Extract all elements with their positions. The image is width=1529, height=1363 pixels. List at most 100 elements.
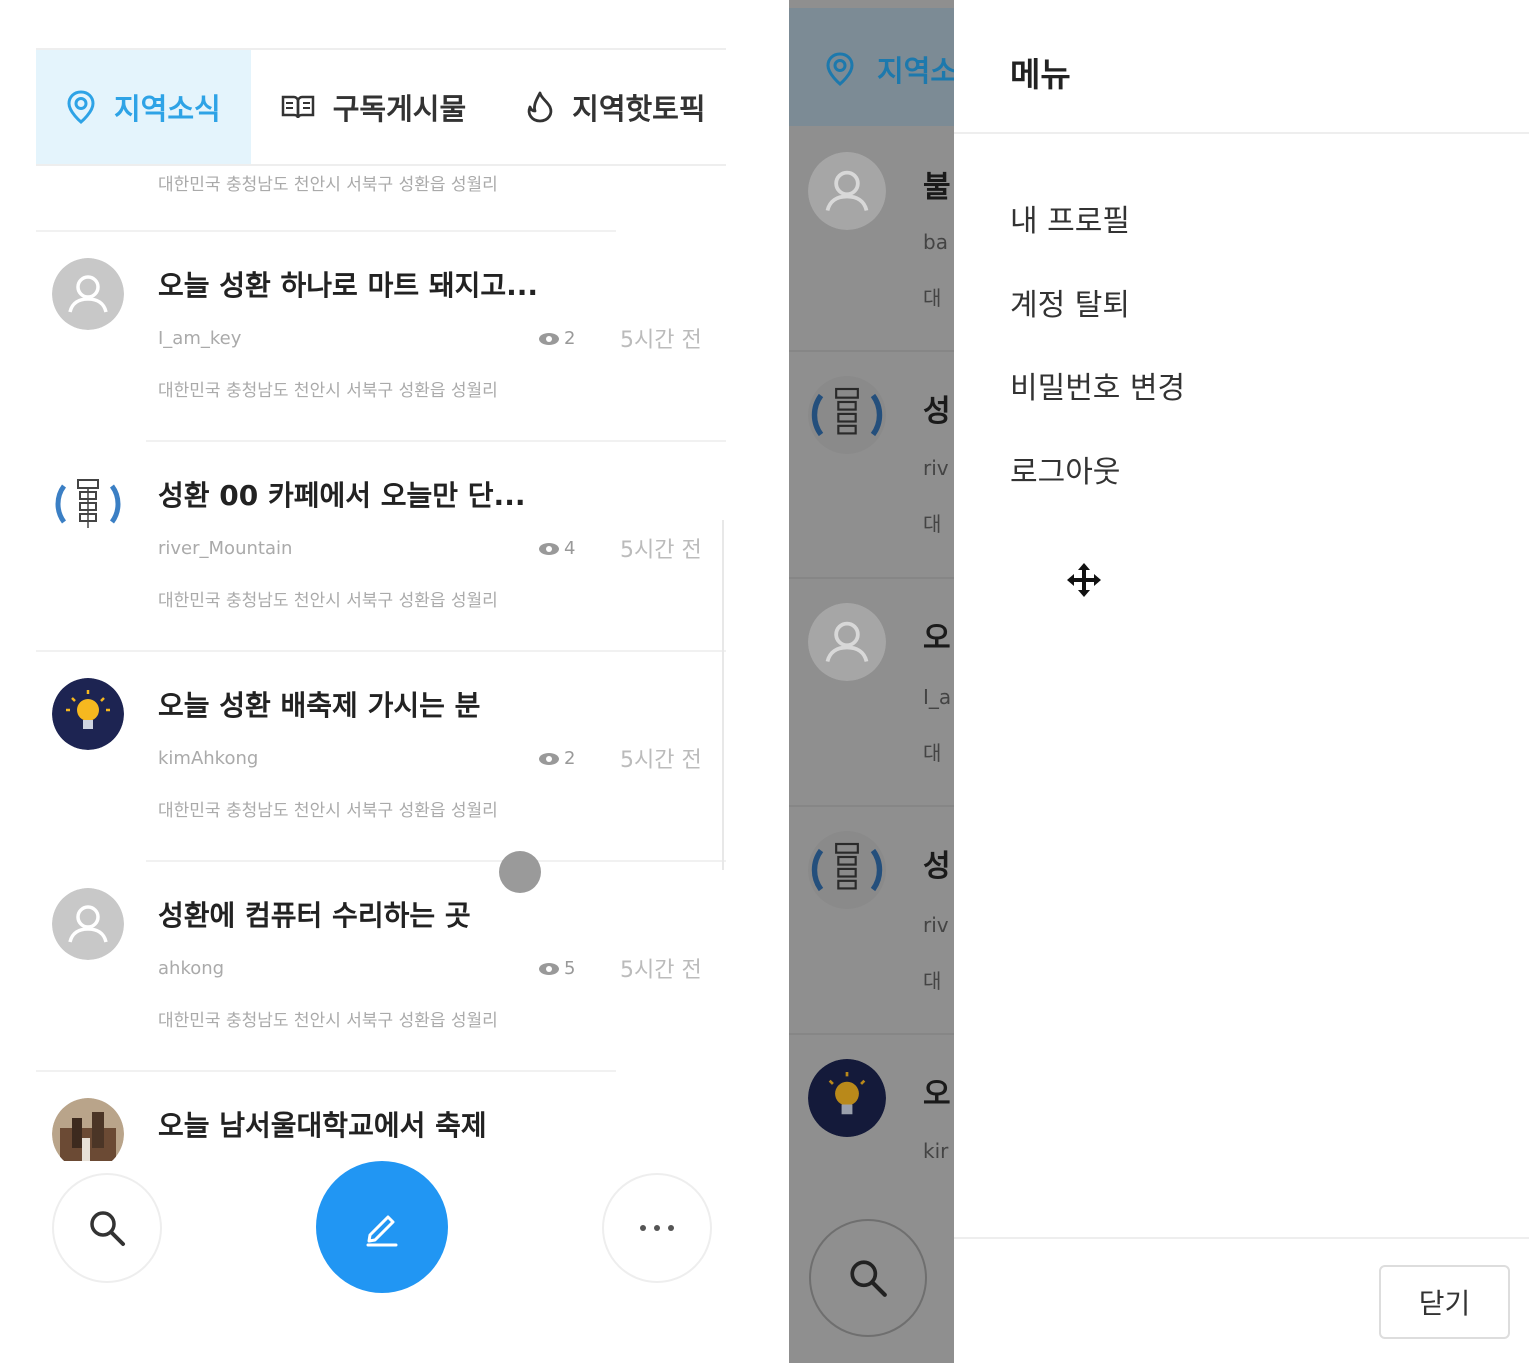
post-time: 5시간 전 bbox=[620, 958, 702, 983]
post-item[interactable]: 성환 00 카페에서 오늘만 단... river_Mountain 4 5시간… bbox=[36, 440, 726, 650]
post-title: 성환 00 카페에서 오늘만 단... bbox=[158, 479, 526, 512]
touch-indicator bbox=[499, 851, 541, 893]
divider bbox=[789, 1033, 954, 1035]
post-location: 대 bbox=[923, 512, 942, 536]
post-title: 오늘 남서울대학교에서 축제 bbox=[158, 1109, 487, 1142]
menu-item-my-profile[interactable]: 내 프로필 bbox=[1010, 196, 1130, 240]
tab-local-hot-topic[interactable]: 지역핫토픽 bbox=[496, 50, 735, 164]
divider bbox=[789, 805, 954, 807]
post-title: 오늘 성환 배축제 가시는 분 bbox=[158, 689, 481, 722]
post-item[interactable]: 오늘 남서울대학교에서 축제 bbox=[36, 1070, 726, 1161]
view-count: 2 bbox=[564, 328, 576, 349]
write-post-button[interactable] bbox=[316, 1161, 448, 1293]
lightbulb-avatar-icon bbox=[808, 1059, 886, 1137]
post-time: 5시간 전 bbox=[620, 328, 702, 353]
tab-label: 지역소식 bbox=[114, 92, 221, 126]
scrollbar[interactable] bbox=[722, 520, 724, 870]
search-button[interactable] bbox=[52, 1173, 162, 1283]
default-avatar-icon bbox=[52, 258, 124, 330]
diagram-avatar-icon bbox=[52, 468, 124, 540]
divider bbox=[36, 650, 726, 652]
dimmed-tabs: 지역소 bbox=[789, 8, 957, 126]
post-author: I_a bbox=[923, 685, 952, 709]
view-count: 5 bbox=[564, 958, 576, 979]
post-title: 오 bbox=[923, 1077, 951, 1112]
more-button[interactable] bbox=[602, 1173, 712, 1283]
menu-item-delete-account[interactable]: 계정 탈퇴 bbox=[1010, 280, 1130, 324]
post-views: 5 bbox=[538, 958, 575, 979]
close-button[interactable]: 닫기 bbox=[1379, 1265, 1510, 1339]
eye-icon bbox=[539, 752, 559, 765]
post-author: ahkong bbox=[158, 958, 225, 979]
dimmed-post-item: 성 riv 대 bbox=[789, 350, 954, 578]
diagram-avatar-icon bbox=[808, 831, 886, 909]
post-views: 4 bbox=[538, 538, 575, 559]
menu-drawer: 메뉴 내 프로필 계정 탈퇴 비밀번호 변경 로그아웃 닫기 bbox=[954, 0, 1529, 1363]
post-title: 오늘 성환 하나로 마트 돼지고... bbox=[158, 269, 539, 302]
post-time: 5시간 전 bbox=[620, 538, 702, 563]
search-icon bbox=[90, 1211, 125, 1246]
category-tabs: 지역소식 구독게시물 지역핫토픽 bbox=[36, 48, 726, 166]
more-dots-icon bbox=[640, 1225, 674, 1231]
post-title: 성 bbox=[923, 394, 951, 429]
view-count: 4 bbox=[564, 538, 576, 559]
post-views: 2 bbox=[538, 748, 575, 769]
post-item[interactable]: 오늘 성환 배축제 가시는 분 kimAhkong 2 5시간 전 대한민국 충… bbox=[36, 650, 726, 860]
open-book-icon bbox=[281, 95, 314, 119]
divider bbox=[146, 440, 726, 442]
divider bbox=[36, 1070, 616, 1072]
diagram-avatar-icon bbox=[808, 376, 886, 454]
post-title: 불 bbox=[923, 170, 951, 205]
post-location: 대 bbox=[923, 286, 942, 310]
tab-label: 구독게시물 bbox=[332, 92, 467, 126]
drawer-title: 메뉴 bbox=[1010, 55, 1071, 94]
eye-icon bbox=[539, 962, 559, 975]
search-icon bbox=[850, 1260, 887, 1297]
view-count: 2 bbox=[564, 748, 576, 769]
eye-icon bbox=[539, 542, 559, 555]
post-views: 2 bbox=[538, 328, 575, 349]
tab-label: 지역소 bbox=[877, 54, 958, 88]
dimmed-post-item: 불 ba 대 bbox=[789, 126, 954, 354]
post-location: 대한민국 충청남도 천안시 서북구 성환읍 성월리 bbox=[158, 801, 498, 821]
divider bbox=[789, 350, 954, 352]
post-time: 5시간 전 bbox=[620, 748, 702, 773]
post-author: kir bbox=[923, 1139, 949, 1163]
drawer-footer-divider bbox=[954, 1237, 1529, 1239]
post-location: 대 bbox=[923, 741, 942, 765]
default-avatar-icon bbox=[52, 888, 124, 960]
search-button bbox=[809, 1219, 927, 1337]
post-location: 대한민국 충청남도 천안시 서북구 성환읍 성월리 bbox=[158, 381, 498, 401]
pencil-icon bbox=[366, 1215, 398, 1247]
post-author: riv bbox=[923, 913, 949, 937]
divider bbox=[36, 230, 616, 232]
eye-icon bbox=[539, 332, 559, 345]
post-location: 대 bbox=[923, 969, 942, 993]
divider bbox=[146, 860, 726, 862]
post-title: 성 bbox=[923, 849, 951, 884]
post-title: 오 bbox=[923, 621, 951, 656]
post-item[interactable]: 성환에 컴퓨터 수리하는 곳 ahkong 5 5시간 전 대한민국 충청남도 … bbox=[36, 860, 726, 1070]
tab-local-news[interactable]: 지역소식 bbox=[36, 50, 251, 164]
menu-screen: 지역소 불 ba 대 성 riv 대 오 I_a 대 성 riv 대 오 kir… bbox=[789, 0, 1529, 1363]
post-location: 대한민국 충청남도 천안시 서북구 성환읍 성월리 bbox=[158, 591, 498, 611]
menu-item-logout[interactable]: 로그아웃 bbox=[1010, 447, 1120, 491]
post-list: 대한민국 충청남도 천안시 서북구 성환읍 성월리 오늘 성환 하나로 마트 돼… bbox=[36, 166, 726, 1161]
default-avatar-icon bbox=[808, 603, 886, 681]
post-item[interactable]: 오늘 성환 하나로 마트 돼지고... I_am_key 2 5시간 전 대한민… bbox=[36, 230, 726, 440]
tab-label: 지역핫토픽 bbox=[572, 92, 706, 126]
post-author: river_Mountain bbox=[158, 538, 293, 559]
default-avatar-icon bbox=[808, 152, 886, 230]
feed-screen: 지역소식 구독게시물 지역핫토픽 대한민국 충청남도 천안시 서북구 성환읍 성… bbox=[0, 0, 760, 1363]
photo-avatar-icon bbox=[52, 1098, 124, 1161]
post-author: kimAhkong bbox=[158, 748, 259, 769]
tab-local-news: 지역소 bbox=[825, 48, 957, 90]
dimmed-post-item: 성 riv 대 bbox=[789, 805, 954, 1033]
lightbulb-avatar-icon bbox=[52, 678, 124, 750]
post-title: 성환에 컴퓨터 수리하는 곳 bbox=[158, 899, 471, 932]
tab-subscribed-posts[interactable]: 구독게시물 bbox=[251, 50, 496, 164]
post-location: 대한민국 충청남도 천안시 서북구 성환읍 성월리 bbox=[158, 175, 498, 195]
dimmed-post-item: 오 I_a 대 bbox=[789, 577, 954, 805]
drawer-header: 메뉴 bbox=[954, 0, 1529, 134]
menu-item-change-password[interactable]: 비밀번호 변경 bbox=[1010, 363, 1185, 407]
